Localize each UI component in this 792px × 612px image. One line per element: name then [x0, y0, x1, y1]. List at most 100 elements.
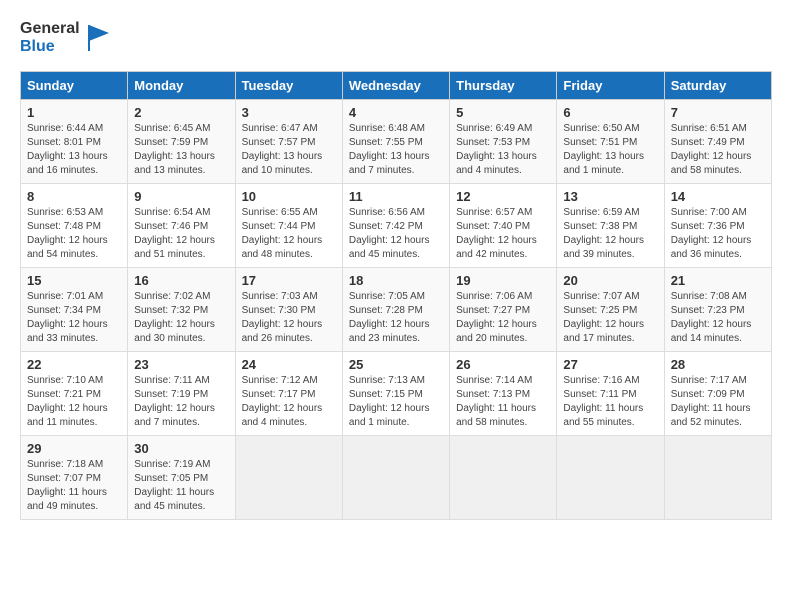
day-number: 8: [27, 189, 121, 204]
calendar-cell: 21Sunrise: 7:08 AMSunset: 7:23 PMDayligh…: [664, 268, 771, 352]
calendar-cell: 6 Sunrise: 6:50 AMSunset: 7:51 PMDaylight…: [557, 100, 664, 184]
calendar-cell: 24 Sunrise: 7:12 AMSunset: 7:17 PMDayligh…: [235, 352, 342, 436]
col-header-thursday: Thursday: [450, 72, 557, 100]
day-number: 10: [242, 189, 336, 204]
day-detail: Sunrise: 6:48 AMSunset: 7:55 PMDaylight:…: [349, 122, 443, 178]
logo-flag-icon: [84, 23, 114, 53]
day-detail: Sunrise: 6:47 AMSunset: 7:57 PMDaylight:…: [242, 122, 336, 178]
day-detail: Sunrise: 7:19 AMSunset: 7:05 PMDaylight:…: [134, 458, 228, 514]
logo-text-block: General Blue: [20, 20, 80, 55]
day-number: 6: [563, 105, 657, 120]
calendar-cell: 9Sunrise: 6:54 AMSunset: 7:46 PMDaylight…: [128, 184, 235, 268]
day-detail: Sunrise: 6:49 AMSunset: 7:53 PMDaylight:…: [456, 122, 550, 178]
day-detail: Sunrise: 7:12 AMSunset: 7:17 PMDaylight:…: [242, 374, 336, 430]
calendar-cell: 19Sunrise: 7:06 AMSunset: 7:27 PMDayligh…: [450, 268, 557, 352]
day-number: 14: [671, 189, 765, 204]
col-header-monday: Monday: [128, 72, 235, 100]
day-number: 12: [456, 189, 550, 204]
day-detail: Sunrise: 6:50 AMSunset: 7:51 PMDaylight:…: [563, 122, 657, 178]
calendar-cell: 22 Sunrise: 7:10 AMSunset: 7:21 PMDayligh…: [21, 352, 128, 436]
day-number: 23: [134, 357, 228, 372]
day-detail: Sunrise: 7:13 AMSunset: 7:15 PMDaylight:…: [349, 374, 443, 430]
calendar-cell: [450, 436, 557, 520]
day-detail: Sunrise: 7:05 AMSunset: 7:28 PMDaylight:…: [349, 290, 443, 346]
calendar-cell: 1 Sunrise: 6:44 AMSunset: 8:01 PMDaylight…: [21, 100, 128, 184]
day-detail: Sunrise: 7:03 AMSunset: 7:30 PMDaylight:…: [242, 290, 336, 346]
day-number: 22: [27, 357, 121, 372]
col-header-sunday: Sunday: [21, 72, 128, 100]
day-detail: Sunrise: 7:10 AMSunset: 7:21 PMDaylight:…: [27, 374, 121, 430]
day-detail: Sunrise: 6:53 AMSunset: 7:48 PMDaylight:…: [27, 206, 121, 262]
calendar-cell: [664, 436, 771, 520]
day-detail: Sunrise: 7:17 AMSunset: 7:09 PMDaylight:…: [671, 374, 765, 430]
day-detail: Sunrise: 7:11 AMSunset: 7:19 PMDaylight:…: [134, 374, 228, 430]
day-detail: Sunrise: 6:45 AMSunset: 7:59 PMDaylight:…: [134, 122, 228, 178]
day-number: 20: [563, 273, 657, 288]
calendar-cell: 27 Sunrise: 7:16 AMSunset: 7:11 PMDayligh…: [557, 352, 664, 436]
day-detail: Sunrise: 7:18 AMSunset: 7:07 PMDaylight:…: [27, 458, 121, 514]
calendar-week-row: 8 Sunrise: 6:53 AMSunset: 7:48 PMDaylight…: [21, 184, 772, 268]
day-number: 18: [349, 273, 443, 288]
calendar-cell: 5 Sunrise: 6:49 AMSunset: 7:53 PMDaylight…: [450, 100, 557, 184]
day-detail: Sunrise: 7:01 AMSunset: 7:34 PMDaylight:…: [27, 290, 121, 346]
calendar-cell: 16 Sunrise: 7:02 AMSunset: 7:32 PMDayligh…: [128, 268, 235, 352]
calendar-cell: 14 Sunrise: 7:00 AMSunset: 7:36 PMDayligh…: [664, 184, 771, 268]
day-detail: Sunrise: 7:02 AMSunset: 7:32 PMDaylight:…: [134, 290, 228, 346]
day-number: 3: [242, 105, 336, 120]
day-number: 29: [27, 441, 121, 456]
calendar-cell: [342, 436, 449, 520]
day-detail: Sunrise: 7:16 AMSunset: 7:11 PMDaylight:…: [563, 374, 657, 430]
calendar-cell: 12 Sunrise: 6:57 AMSunset: 7:40 PMDayligh…: [450, 184, 557, 268]
day-detail: Sunrise: 6:57 AMSunset: 7:40 PMDaylight:…: [456, 206, 550, 262]
calendar-cell: 28 Sunrise: 7:17 AMSunset: 7:09 PMDayligh…: [664, 352, 771, 436]
calendar-cell: 4 Sunrise: 6:48 AMSunset: 7:55 PMDaylight…: [342, 100, 449, 184]
calendar-cell: 7 Sunrise: 6:51 AMSunset: 7:49 PMDaylight…: [664, 100, 771, 184]
day-number: 27: [563, 357, 657, 372]
calendar-table: SundayMondayTuesdayWednesdayThursdayFrid…: [20, 71, 772, 520]
calendar-cell: 23 Sunrise: 7:11 AMSunset: 7:19 PMDayligh…: [128, 352, 235, 436]
day-number: 19: [456, 273, 550, 288]
col-header-tuesday: Tuesday: [235, 72, 342, 100]
day-detail: Sunrise: 7:08 AMSunset: 7:23 PMDaylight:…: [671, 290, 765, 346]
day-detail: Sunrise: 6:51 AMSunset: 7:49 PMDaylight:…: [671, 122, 765, 178]
calendar-cell: [235, 436, 342, 520]
logo-general: General: [20, 20, 80, 38]
page-header: General Blue: [20, 20, 772, 55]
day-number: 11: [349, 189, 443, 204]
calendar-week-row: 15Sunrise: 7:01 AMSunset: 7:34 PMDayligh…: [21, 268, 772, 352]
day-detail: Sunrise: 7:07 AMSunset: 7:25 PMDaylight:…: [563, 290, 657, 346]
calendar-cell: 30Sunrise: 7:19 AMSunset: 7:05 PMDayligh…: [128, 436, 235, 520]
calendar-cell: 26 Sunrise: 7:14 AMSunset: 7:13 PMDayligh…: [450, 352, 557, 436]
day-number: 4: [349, 105, 443, 120]
day-number: 13: [563, 189, 657, 204]
day-number: 5: [456, 105, 550, 120]
day-number: 16: [134, 273, 228, 288]
calendar-cell: 3 Sunrise: 6:47 AMSunset: 7:57 PMDaylight…: [235, 100, 342, 184]
day-number: 28: [671, 357, 765, 372]
logo: General Blue: [20, 20, 114, 55]
col-header-friday: Friday: [557, 72, 664, 100]
calendar-cell: 10 Sunrise: 6:55 AMSunset: 7:44 PMDayligh…: [235, 184, 342, 268]
col-header-wednesday: Wednesday: [342, 72, 449, 100]
calendar-cell: 25Sunrise: 7:13 AMSunset: 7:15 PMDayligh…: [342, 352, 449, 436]
calendar-week-row: 22 Sunrise: 7:10 AMSunset: 7:21 PMDayligh…: [21, 352, 772, 436]
calendar-week-row: 29 Sunrise: 7:18 AMSunset: 7:07 PMDayligh…: [21, 436, 772, 520]
day-detail: Sunrise: 6:55 AMSunset: 7:44 PMDaylight:…: [242, 206, 336, 262]
day-number: 26: [456, 357, 550, 372]
calendar-cell: 2 Sunrise: 6:45 AMSunset: 7:59 PMDaylight…: [128, 100, 235, 184]
calendar-cell: 29 Sunrise: 7:18 AMSunset: 7:07 PMDayligh…: [21, 436, 128, 520]
calendar-week-row: 1 Sunrise: 6:44 AMSunset: 8:01 PMDaylight…: [21, 100, 772, 184]
calendar-cell: [557, 436, 664, 520]
day-number: 24: [242, 357, 336, 372]
col-header-saturday: Saturday: [664, 72, 771, 100]
day-number: 7: [671, 105, 765, 120]
day-number: 2: [134, 105, 228, 120]
day-number: 1: [27, 105, 121, 120]
day-detail: Sunrise: 6:44 AMSunset: 8:01 PMDaylight:…: [27, 122, 121, 178]
day-detail: Sunrise: 6:59 AMSunset: 7:38 PMDaylight:…: [563, 206, 657, 262]
calendar-cell: 18 Sunrise: 7:05 AMSunset: 7:28 PMDayligh…: [342, 268, 449, 352]
day-detail: Sunrise: 7:00 AMSunset: 7:36 PMDaylight:…: [671, 206, 765, 262]
day-number: 9: [134, 189, 228, 204]
day-detail: Sunrise: 7:14 AMSunset: 7:13 PMDaylight:…: [456, 374, 550, 430]
calendar-cell: 15Sunrise: 7:01 AMSunset: 7:34 PMDayligh…: [21, 268, 128, 352]
